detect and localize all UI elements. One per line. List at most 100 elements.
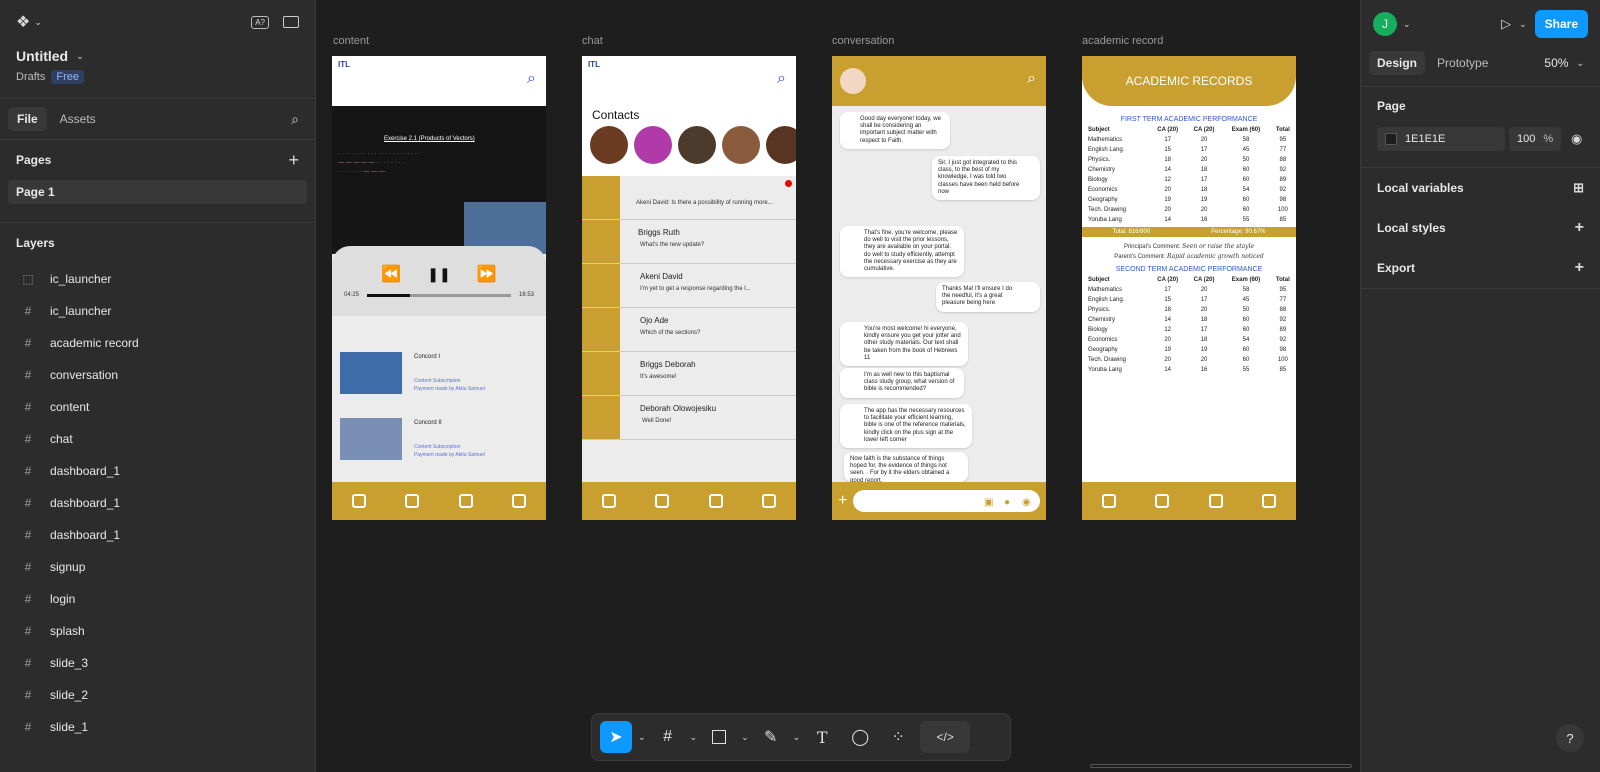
layer-item[interactable]: # dashboard_1 (0, 487, 315, 519)
main-menu-button[interactable]: ❖ ⌄ (16, 12, 42, 32)
dashboard-tab-icon[interactable] (458, 494, 473, 508)
file-location[interactable]: Drafts (16, 71, 45, 83)
comment-tool-button[interactable]: ◯ (844, 721, 876, 753)
dashboard-tab-icon[interactable] (708, 494, 723, 508)
chat-item[interactable]: Deborah Olowojesiku Well Done! (582, 396, 796, 440)
pause-icon[interactable]: ❚❚ (427, 266, 450, 283)
records-tab-icon[interactable] (351, 494, 366, 508)
layer-item[interactable]: # conversation (0, 359, 315, 391)
progress-bar[interactable] (367, 293, 511, 297)
add-style-icon[interactable]: + (1575, 219, 1584, 237)
tab-file[interactable]: File (8, 107, 47, 131)
contact-avatar[interactable] (678, 126, 716, 164)
contact-avatar[interactable] (590, 126, 628, 164)
camera-icon[interactable]: ◉ (1020, 495, 1034, 509)
layer-item[interactable]: # content (0, 391, 315, 423)
chevron-down-icon[interactable]: ⌄ (741, 732, 749, 743)
groups-tab-icon[interactable] (1155, 494, 1170, 508)
layer-item[interactable]: # academic record (0, 327, 315, 359)
frame-content[interactable]: ITL ⌕ Exercise 2.1 (Products of Vectors)… (332, 56, 546, 520)
chat-item[interactable]: Akeni David I'm yet to get a response re… (582, 264, 796, 308)
chat-item[interactable]: Briggs Ruth What's the new update? (582, 220, 796, 264)
layer-item[interactable]: # slide_2 (0, 679, 315, 711)
content-item[interactable]: Concord I Content Subscription Payment m… (332, 348, 546, 404)
layer-item[interactable]: # ic_launcher (0, 295, 315, 327)
layer-item[interactable]: ⬚ ic_launcher (0, 263, 315, 295)
frame-chat[interactable]: ITL ⌕ Contacts Akeni David: Is there a p… (582, 56, 796, 520)
search-icon[interactable]: ⌕ (291, 111, 299, 128)
chat-tab-icon[interactable] (1262, 494, 1277, 508)
tab-prototype[interactable]: Prototype (1429, 51, 1496, 75)
add-export-icon[interactable]: + (1575, 259, 1584, 277)
rectangle-tool-button[interactable] (703, 721, 735, 753)
user-avatar[interactable]: J (1373, 12, 1397, 36)
chat-tab-icon[interactable] (512, 494, 527, 508)
dashboard-tab-icon[interactable] (1208, 494, 1223, 508)
background-color-field[interactable]: 1E1E1E (1377, 127, 1505, 151)
records-tab-icon[interactable] (601, 494, 616, 508)
chat-tab-icon[interactable] (762, 494, 777, 508)
message-input[interactable]: ▣ ● ◉ (853, 490, 1040, 512)
ai-icon[interactable]: A? (251, 15, 269, 29)
file-name[interactable]: Untitled (16, 48, 68, 64)
layer-item[interactable]: # splash (0, 615, 315, 647)
contact-avatar[interactable] (722, 126, 760, 164)
groups-tab-icon[interactable] (655, 494, 670, 508)
contact-avatar[interactable] (766, 126, 796, 164)
layer-item[interactable]: # dashboard_1 (0, 519, 315, 551)
chat-item[interactable]: Ojo Ade Which of the sections? (582, 308, 796, 352)
search-icon[interactable]: ⌕ (527, 70, 536, 88)
export-section[interactable]: Export + (1361, 248, 1600, 288)
bible-icon[interactable]: ▣ (982, 495, 996, 509)
canvas[interactable]: content ITL ⌕ Exercise 2.1 (Products of … (316, 0, 1360, 772)
chevron-down-icon[interactable]: ⌄ (76, 51, 84, 62)
chevron-down-icon[interactable]: ⌄ (1403, 19, 1411, 30)
local-styles-section[interactable]: Local styles + (1361, 208, 1600, 248)
layer-item[interactable]: # slide_3 (0, 647, 315, 679)
eye-icon[interactable]: ◉ (1571, 131, 1582, 147)
tab-design[interactable]: Design (1369, 51, 1426, 75)
move-tool-button[interactable]: ➤ (600, 721, 632, 753)
frame-academic-record[interactable]: ACADEMIC RECORDS FIRST TERM ACADEMIC PER… (1082, 56, 1296, 520)
group-avatar[interactable] (840, 68, 866, 94)
frame-conversation[interactable]: ⌕ Good day everyone! today, we shall be … (832, 56, 1046, 520)
chevron-down-icon[interactable]: ⌄ (1576, 58, 1584, 69)
groups-tab-icon[interactable] (405, 494, 420, 508)
search-icon[interactable]: ⌕ (777, 70, 786, 88)
search-icon[interactable]: ⌕ (1027, 70, 1036, 88)
present-play-icon[interactable]: ▷ (1501, 16, 1511, 32)
layer-item[interactable]: # login (0, 583, 315, 615)
frame-label-conversation[interactable]: conversation (832, 35, 894, 47)
chat-item[interactable]: Akeni David: Is there a possibility of r… (582, 176, 796, 220)
frame-label-chat[interactable]: chat (582, 35, 603, 47)
contact-avatar[interactable] (634, 126, 672, 164)
chevron-down-icon[interactable]: ⌄ (638, 732, 646, 743)
plus-icon[interactable]: + (838, 492, 847, 510)
tab-assets[interactable]: Assets (51, 107, 105, 131)
text-tool-button[interactable]: T (806, 721, 838, 753)
microphone-icon[interactable]: ● (1002, 495, 1016, 509)
share-button[interactable]: Share (1534, 10, 1588, 38)
background-color-value[interactable]: 1E1E1E (1405, 133, 1445, 145)
sidebar-toggle-icon[interactable] (283, 16, 299, 28)
chevron-down-icon[interactable]: ⌄ (793, 732, 801, 743)
chat-item[interactable]: Briggs Deborah It's awesome! (582, 352, 796, 396)
fast-forward-icon[interactable]: ⏩ (477, 264, 497, 284)
actions-tool-button[interactable]: ⁘ (882, 721, 914, 753)
frame-label-content[interactable]: content (333, 35, 369, 47)
layer-item[interactable]: # dashboard_1 (0, 455, 315, 487)
video-area[interactable]: Exercise 2.1 (Products of Vectors) · · ·… (332, 106, 546, 254)
add-page-icon[interactable]: + (288, 150, 299, 171)
records-tab-icon[interactable] (1101, 494, 1116, 508)
zoom-level[interactable]: 50% (1544, 56, 1568, 70)
help-button[interactable]: ? (1556, 724, 1584, 752)
frame-label-academic-record[interactable]: academic record (1082, 35, 1163, 47)
frame-tool-button[interactable]: # (652, 721, 684, 753)
page-item[interactable]: Page 1 (8, 180, 307, 204)
layer-item[interactable]: # chat (0, 423, 315, 455)
horizontal-scrollbar[interactable] (1090, 764, 1352, 768)
chevron-down-icon[interactable]: ⌄ (1519, 19, 1527, 30)
color-swatch[interactable] (1385, 133, 1397, 145)
pen-tool-button[interactable]: ✎ (755, 721, 787, 753)
rewind-icon[interactable]: ⏪ (381, 264, 401, 284)
